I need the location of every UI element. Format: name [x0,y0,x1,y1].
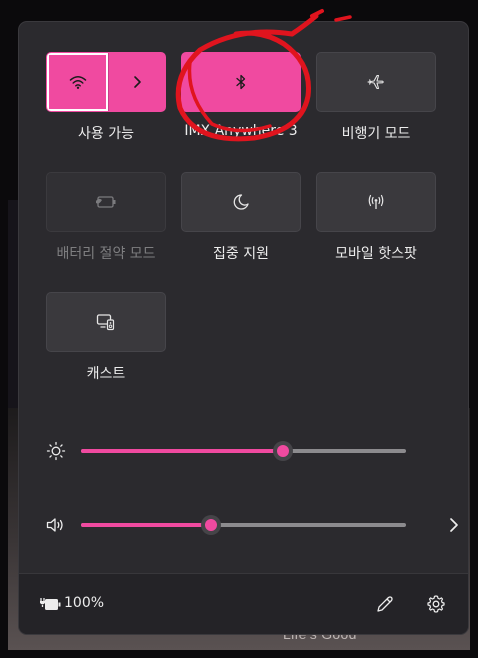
hotspot-label: 모바일 핫스팟 [335,246,417,262]
tile-cast: 캐스트 [46,292,166,383]
airplane-icon [367,74,384,90]
wifi-icon [69,76,86,89]
hotspot-icon [368,194,384,209]
quick-settings-panel: 사용 가능 IMX Anywhere 3 비행기 모드 배터리 절약 모드 집중… [19,22,468,634]
brightness-thumb[interactable] [272,441,293,461]
airplane-mode-button[interactable] [316,52,436,112]
tile-bluetooth: IMX Anywhere 3 [181,52,301,139]
chevron-right-icon [134,76,142,88]
bluetooth-button[interactable] [181,52,301,112]
tile-wifi: 사용 가능 [46,52,166,143]
tile-airplane: 비행기 모드 [316,52,436,143]
focus-assist-button[interactable] [181,172,301,232]
wifi-expand-button[interactable] [108,53,165,111]
volume-fill [81,523,211,527]
cast-icon [96,314,115,331]
battery-saver-icon [96,196,116,208]
quick-settings-footer: 100% [19,573,468,634]
edit-pencil-icon[interactable] [375,594,395,614]
volume-output-chevron-icon[interactable] [447,516,461,534]
tile-battery-saver: 배터리 절약 모드 [46,172,166,263]
brightness-icon [46,441,66,461]
bluetooth-label: IMX Anywhere 3 [184,123,298,139]
cast-label: 캐스트 [86,366,126,382]
speaker-icon[interactable] [45,515,67,535]
tile-hotspot: 모바일 핫스팟 [316,172,436,263]
battery-charging-icon[interactable] [38,595,62,613]
wifi-tile [46,52,166,112]
gear-icon[interactable] [426,594,446,614]
volume-thumb[interactable] [201,515,221,535]
volume-slider-row [45,513,458,537]
focus-label: 집중 지원 [213,246,269,262]
brightness-slider[interactable] [81,441,406,461]
battery-saver-button[interactable] [46,172,166,232]
airplane-label: 비행기 모드 [341,126,411,142]
brightness-slider-row [45,439,455,463]
bluetooth-icon [236,74,246,90]
moon-icon [233,194,249,210]
battery-percentage[interactable]: 100% [64,595,104,611]
wifi-label: 사용 가능 [78,126,134,142]
tile-focus: 집중 지원 [181,172,301,263]
battery-saver-label: 배터리 절약 모드 [56,246,156,262]
volume-slider[interactable] [81,515,406,535]
wifi-toggle-button[interactable] [47,53,109,111]
cast-button[interactable] [46,292,166,352]
brightness-fill [81,449,283,453]
mobile-hotspot-button[interactable] [316,172,436,232]
